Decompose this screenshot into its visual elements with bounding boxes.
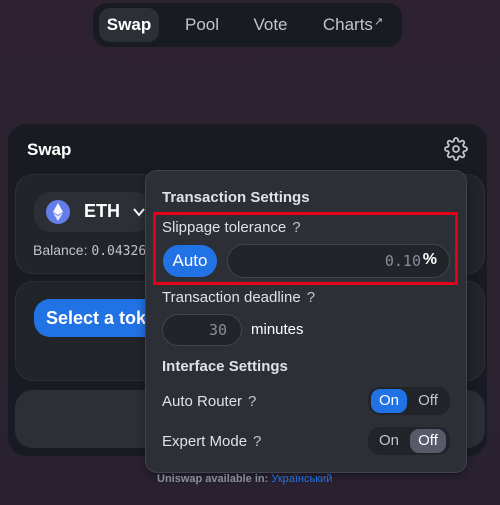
nav-swap[interactable]: Swap (99, 8, 159, 42)
token-selector-button[interactable]: ETH (34, 192, 151, 232)
language-link[interactable]: Український (271, 473, 332, 485)
chevron-down-icon (133, 208, 145, 217)
deadline-input[interactable]: 30 (162, 314, 242, 346)
expert-mode-row: Expert Mode? (162, 433, 261, 450)
slippage-label: Slippage tolerance (162, 219, 287, 236)
slippage-input[interactable]: 0.10 % (227, 244, 450, 278)
help-icon[interactable]: ? (292, 219, 300, 236)
top-nav: Swap Pool Vote Charts↗ (93, 3, 402, 47)
toggle-off-option[interactable]: Off (410, 429, 446, 453)
auto-router-label: Auto Router (162, 393, 243, 410)
footer: Uniswap available in: Український (157, 473, 332, 485)
slippage-auto-button[interactable]: Auto (163, 245, 217, 277)
toggle-on-option[interactable]: On (371, 429, 407, 453)
slippage-placeholder: 0.10 (384, 252, 421, 270)
auto-router-toggle[interactable]: On Off (368, 387, 450, 415)
deadline-label-row: Transaction deadline? (162, 289, 315, 306)
auto-router-row: Auto Router? (162, 393, 256, 410)
slippage-label-row: Slippage tolerance? (162, 219, 301, 236)
nav-pool[interactable]: Pool (173, 8, 231, 42)
footer-prefix: Uniswap available in: (157, 473, 269, 485)
settings-popup: Transaction Settings Slippage tolerance?… (145, 170, 467, 473)
nav-charts-label: Charts (322, 15, 373, 34)
percent-sign: % (422, 251, 437, 268)
interface-settings-title: Interface Settings (162, 358, 288, 375)
swap-card-title: Swap (27, 140, 72, 159)
external-link-icon: ↗ (373, 16, 384, 28)
minutes-label: minutes (251, 321, 304, 338)
nav-charts[interactable]: Charts↗ (313, 8, 393, 42)
help-icon[interactable]: ? (253, 433, 261, 450)
balance-text: Balance: 0.04326 (33, 242, 146, 259)
eth-logo-icon (46, 200, 70, 224)
expert-mode-toggle[interactable]: On Off (368, 427, 450, 455)
help-icon[interactable]: ? (248, 393, 256, 410)
expert-mode-label: Expert Mode (162, 433, 248, 450)
nav-vote[interactable]: Vote (243, 8, 298, 42)
balance-value: 0.04326 (91, 244, 147, 259)
transaction-settings-title: Transaction Settings (162, 189, 310, 206)
deadline-label: Transaction deadline (162, 289, 301, 306)
toggle-off-option[interactable]: Off (410, 389, 446, 413)
balance-label: Balance: (33, 242, 88, 258)
gear-icon[interactable] (444, 137, 468, 161)
token-symbol: ETH (84, 201, 120, 221)
help-icon[interactable]: ? (307, 289, 315, 306)
toggle-on-option[interactable]: On (371, 389, 407, 413)
